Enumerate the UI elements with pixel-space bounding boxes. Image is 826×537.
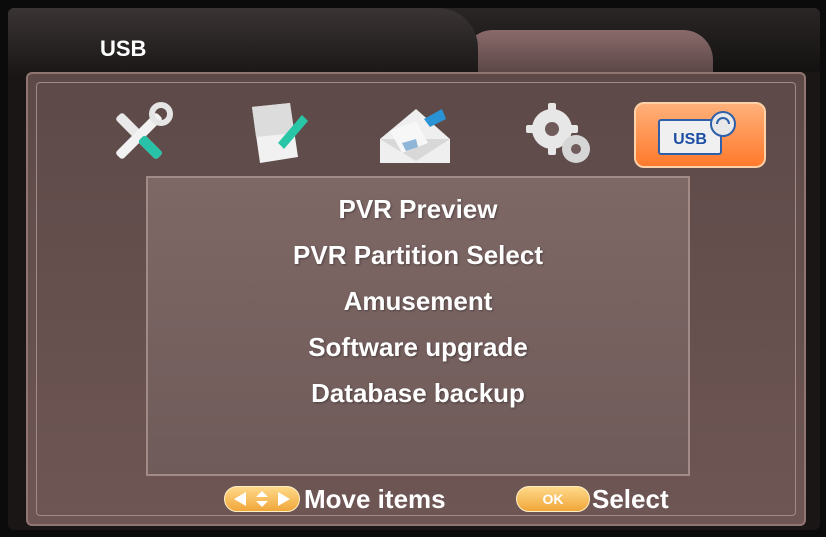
tab-inactive xyxy=(463,30,713,74)
category-edit[interactable] xyxy=(232,94,322,174)
page-title: USB xyxy=(100,36,147,61)
tab-usb[interactable] xyxy=(8,8,478,74)
settings-gears-icon xyxy=(516,99,602,169)
category-settings[interactable] xyxy=(514,94,604,174)
ok-button-icon: OK xyxy=(516,486,590,512)
footer-hints: Move items OK Select xyxy=(0,480,826,520)
menu-panel: PVR Preview PVR Partition Select Amuseme… xyxy=(146,176,690,476)
category-tools[interactable] xyxy=(96,94,186,174)
menu-item-pvr-partition-select[interactable]: PVR Partition Select xyxy=(148,240,688,271)
tools-icon xyxy=(101,99,181,169)
edit-document-icon xyxy=(242,99,312,169)
category-usb[interactable]: USB xyxy=(634,102,766,168)
menu-item-database-backup[interactable]: Database backup xyxy=(148,378,688,409)
ok-key-label: OK xyxy=(542,491,564,507)
menu-item-software-upgrade[interactable]: Software upgrade xyxy=(148,332,688,363)
select-label: Select xyxy=(592,484,669,514)
network-envelope-icon xyxy=(372,99,462,169)
menu-item-pvr-preview[interactable]: PVR Preview xyxy=(148,194,688,225)
category-icon-row: USB xyxy=(0,94,826,174)
svg-text:USB: USB xyxy=(673,131,707,148)
move-arrows-icon xyxy=(224,486,300,512)
menu-item-amusement[interactable]: Amusement xyxy=(148,286,688,317)
category-network[interactable] xyxy=(372,94,462,174)
move-items-label: Move items xyxy=(304,484,446,514)
usb-icon: USB xyxy=(645,108,755,162)
